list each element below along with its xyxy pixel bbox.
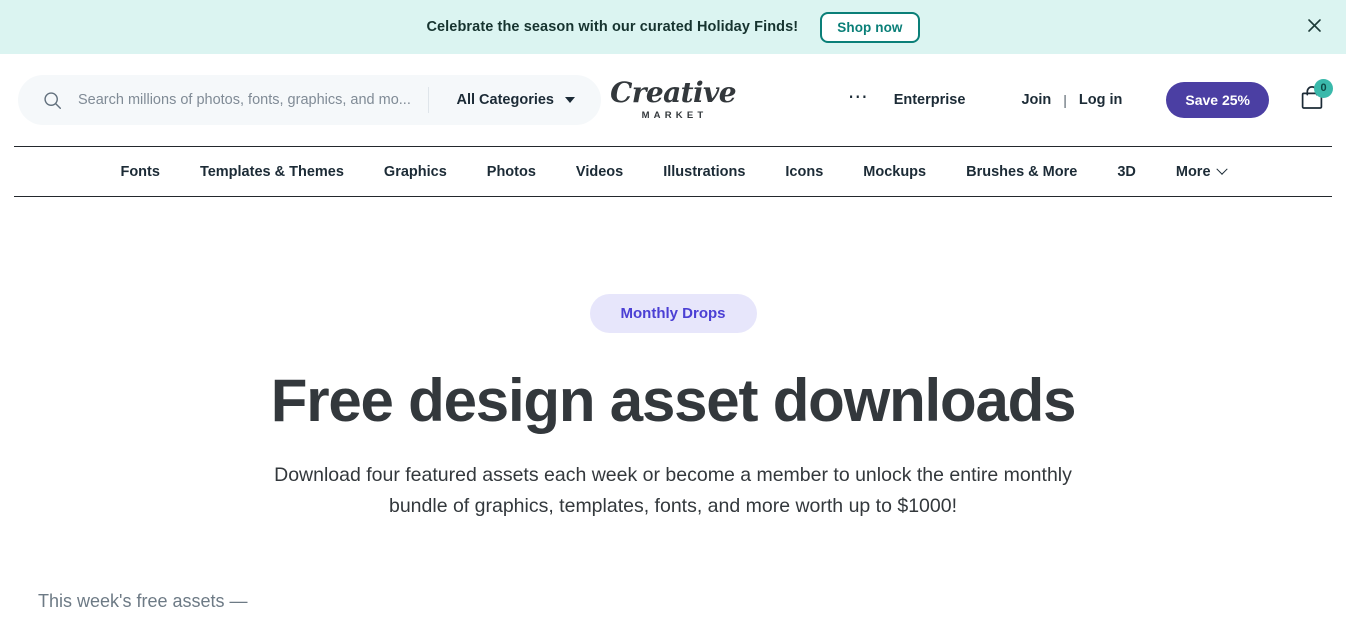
nav-item-videos[interactable]: Videos — [556, 164, 643, 180]
cart-button[interactable]: 0 — [1298, 79, 1333, 115]
category-nav: Fonts Templates & Themes Graphics Photos… — [14, 146, 1332, 197]
all-categories-dropdown[interactable]: All Categories — [435, 80, 596, 120]
search-icon — [42, 90, 62, 110]
nav-item-illustrations[interactable]: Illustrations — [643, 164, 765, 180]
cart-count-badge: 0 — [1314, 79, 1333, 98]
shop-now-button[interactable]: Shop now — [820, 11, 920, 43]
hero-section: Monthly Drops Free design asset download… — [0, 197, 1346, 523]
auth-links: Join | Log in — [1011, 92, 1132, 108]
chevron-down-icon — [1215, 163, 1228, 175]
page-title: Free design asset downloads — [270, 367, 1077, 434]
promo-banner-text: Celebrate the season with our curated Ho… — [426, 19, 799, 35]
ellipsis-icon[interactable]: ⋯ — [834, 81, 884, 119]
logo-subtext: MARKET — [641, 110, 708, 121]
logo-wordmark: Creative — [610, 76, 736, 109]
search-input[interactable] — [62, 92, 428, 108]
promo-banner: Celebrate the season with our curated Ho… — [0, 0, 1346, 54]
header-actions: ⋯ Enterprise Join | Log in Save 25% 0 — [834, 79, 1333, 119]
login-link[interactable]: Log in — [1069, 92, 1133, 108]
search-bar[interactable]: All Categories — [18, 75, 601, 125]
search-divider — [427, 87, 429, 113]
auth-separator: | — [1063, 92, 1067, 108]
banner-close-button[interactable] — [1302, 15, 1326, 39]
nav-item-icons[interactable]: Icons — [765, 164, 843, 180]
nav-item-3d[interactable]: 3D — [1097, 164, 1156, 180]
nav-item-graphics[interactable]: Graphics — [364, 164, 467, 180]
nav-item-mockups[interactable]: Mockups — [843, 164, 946, 180]
site-header: All Categories Creative MARKET ⋯ Enterpr… — [0, 54, 1346, 146]
site-logo[interactable]: Creative MARKET — [610, 79, 736, 121]
nav-item-more[interactable]: More — [1156, 163, 1246, 180]
enterprise-link[interactable]: Enterprise — [884, 92, 976, 108]
all-categories-label: All Categories — [456, 92, 555, 108]
nav-item-photos[interactable]: Photos — [467, 164, 556, 180]
hero-subtitle: Download four featured assets each week … — [274, 463, 1072, 518]
nav-item-templates-themes[interactable]: Templates & Themes — [180, 164, 364, 180]
nav-item-more-label: More — [1175, 163, 1211, 180]
free-assets-section-label: This week's free assets — — [38, 591, 248, 612]
chevron-down-icon — [565, 97, 575, 103]
nav-item-brushes-more[interactable]: Brushes & More — [946, 164, 1097, 180]
nav-item-fonts[interactable]: Fonts — [100, 164, 179, 180]
join-link[interactable]: Join — [1011, 92, 1061, 108]
close-icon — [1307, 18, 1322, 36]
monthly-drops-badge[interactable]: Monthly Drops — [589, 294, 757, 333]
save-25-button[interactable]: Save 25% — [1166, 82, 1269, 118]
